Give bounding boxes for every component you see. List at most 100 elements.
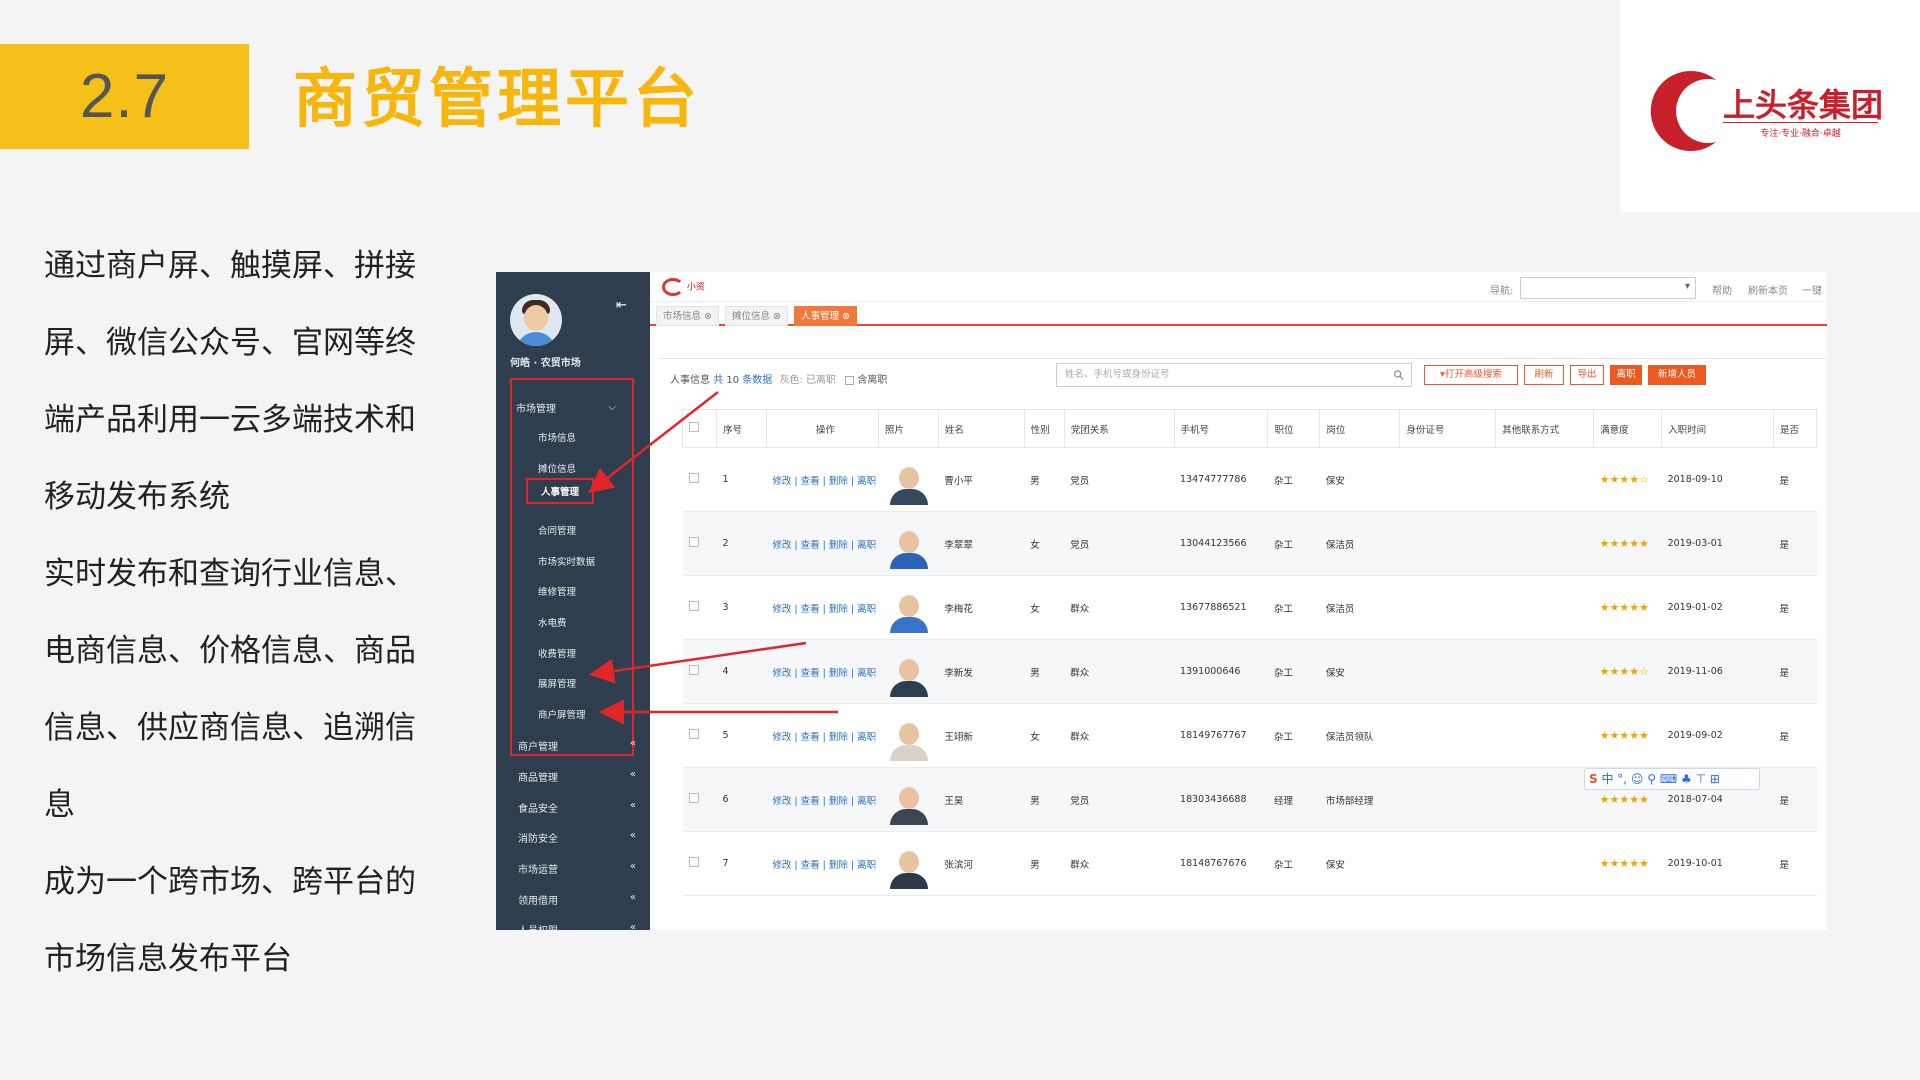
desc-line: 电商信息、价格信息、商品 [44,633,416,669]
menu-section[interactable]: 领用借用 « [518,892,636,907]
submenu-item[interactable]: 水电费 [538,615,567,629]
table-row[interactable]: 4 修改 | 查看 | 删除 | 离职 李新发男群众 1391000646 杂工 保安 ★★… [682,639,1817,704]
row-select-cell[interactable] [682,703,717,768]
search-input[interactable]: 姓名、手机号或身份证号 [1056,363,1412,387]
menu-section-label: 消防安全 [518,834,558,845]
menu-section[interactable]: 商品管理 « [518,769,636,784]
table-row[interactable]: 1 修改 | 查看 | 删除 | 离职 曹小平男党员 13474777786 杂工 保安 ★… [682,447,1817,512]
table-row[interactable]: 7 修改 | 查看 | 删除 | 离职 张滨河男群众 18148767676 杂工 保安 ★… [682,831,1817,896]
menu-section-label: 商户管理 [518,742,558,753]
row-checkbox[interactable] [688,857,699,867]
section-number: 2.7 [79,62,170,131]
row-actions[interactable]: 修改 | 查看 | 删除 | 离职 [766,639,879,704]
menu-section[interactable]: 消防安全 « [518,830,636,845]
submenu-item[interactable]: 展屏管理 [538,676,576,690]
submenu-item[interactable]: 市场实时数据 [538,554,595,568]
row-checkbox[interactable] [688,537,699,547]
resign-button[interactable]: 离职 [1610,365,1642,385]
row-select-cell[interactable] [682,639,717,704]
slide-title: 商贸管理平台 [293,63,701,137]
empty-cell [1495,767,1594,832]
photo-cell [878,831,939,896]
row-actions[interactable]: 修改 | 查看 | 删除 | 离职 [766,767,879,832]
row-actions[interactable]: 修改 | 查看 | 删除 | 离职 [766,511,879,576]
tab-personnel[interactable]: 人事管理 ⊗ [794,306,857,326]
cell-phone: 18149767767 [1174,703,1268,768]
top-bar: 小资 导航: 帮助 刷新本页 一键 [650,272,1827,302]
cell-gender: 男 [1024,447,1065,512]
tab-stall-info[interactable]: 摊位信息 ⊗ [725,306,788,326]
nav-select[interactable] [1520,277,1696,299]
cell-name: 王翊新 [938,703,1025,768]
count-suffix: 条数据 [742,375,773,386]
cell-no: 2 [716,511,767,576]
ime-toolbar[interactable]: S 中 °, ☺ ⚲ ⌨ ♣ ⊤ ⊞ [1584,768,1760,790]
column-header: 身份证号 [1399,409,1497,448]
submenu-item[interactable]: 维修管理 [538,584,576,598]
record-count: 10 [726,375,740,386]
row-actions[interactable]: 修改 | 查看 | 删除 | 离职 [766,831,879,896]
row-select-cell[interactable] [682,831,717,896]
double-chevron-left-icon: « [629,800,636,811]
select-all-checkbox[interactable] [689,422,699,432]
row-actions[interactable]: 修改 | 查看 | 删除 | 离职 [766,575,879,640]
double-chevron-left-icon: « [629,861,636,872]
collapse-sidebar-icon[interactable]: ⇤ [616,298,627,313]
chevron-down-icon: ⌵ [608,401,616,413]
row-select-cell[interactable] [682,575,717,640]
submenu-item[interactable]: 收费管理 [538,646,576,660]
rating-stars: ★★★★★ [1593,831,1662,896]
table-row[interactable]: 5 修改 | 查看 | 删除 | 离职 王翊新女群众 18149767767 杂工 保洁员… [682,703,1817,768]
submenu-item[interactable]: 合同管理 [538,523,576,537]
tab-market-info[interactable]: 市场信息 ⊗ [656,306,719,326]
menu-section[interactable]: 食品安全 « [518,800,636,815]
row-select-cell[interactable] [682,447,717,512]
row-actions[interactable]: 修改 | 查看 | 删除 | 离职 [766,703,879,768]
row-checkbox[interactable] [688,665,699,675]
select-all-header[interactable] [682,409,717,448]
cell-post: 保安 [1319,639,1400,704]
submenu-item[interactable]: 摊位信息 [538,461,576,475]
menu-section[interactable]: 人员权限 « [518,922,636,930]
column-header: 姓名 [937,409,1025,448]
cell-flag: 是 [1773,447,1817,512]
empty-cell [1399,703,1496,768]
help-link[interactable]: 帮助 [1712,282,1732,297]
include-resigned-checkbox[interactable] [845,375,855,385]
cell-gender: 男 [1024,831,1065,896]
cell-name: 曹小平 [938,447,1025,512]
rating-stars: ★★★★★ [1593,511,1662,576]
refresh-page-link[interactable]: 刷新本页 [1748,282,1788,297]
tab-bar: 市场信息 ⊗ 摊位信息 ⊗ 人事管理 ⊗ [650,304,1827,326]
table-row[interactable]: 2 修改 | 查看 | 删除 | 离职 李翠翠女党员 13044123566 杂工 保洁员… [682,511,1817,576]
export-button[interactable]: 导出 [1570,365,1604,385]
empty-cell [1399,575,1496,640]
photo-cell [878,447,939,512]
cell-party: 党员 [1064,511,1175,576]
row-select-cell[interactable] [682,767,717,832]
menu-group-label: 市场管理 [516,403,556,415]
advanced-search-button[interactable]: ▾打开高级搜索 [1424,365,1518,385]
row-checkbox[interactable] [688,473,699,483]
row-checkbox[interactable] [688,793,699,803]
menu-section[interactable]: 商户管理 « [518,738,636,753]
submenu-item[interactable]: 商户屏管理 [538,707,586,721]
user-avatar[interactable] [510,294,562,346]
table-row[interactable]: 3 修改 | 查看 | 删除 | 离职 李梅花女群众 13677886521 杂工 保洁员… [682,575,1817,640]
cell-date: 2019-01-02 [1661,575,1774,640]
row-actions[interactable]: 修改 | 查看 | 删除 | 离职 [766,447,879,512]
column-header: 职位 [1267,409,1321,448]
one-click-link[interactable]: 一键 [1802,282,1822,297]
submenu-item-active[interactable]: 人事管理 [526,478,594,504]
row-checkbox[interactable] [688,601,699,611]
cell-flag: 是 [1773,831,1817,896]
menu-group-market[interactable]: 市场管理 ⌵ [510,396,622,418]
submenu-item[interactable]: 市场信息 [538,430,576,444]
add-person-button[interactable]: 新增人员 [1648,365,1706,385]
column-header: 岗位 [1319,409,1401,448]
row-checkbox[interactable] [688,729,699,739]
description-text: 通过商户屏、触摸屏、拼接 屏、微信公众号、官网等终 端产品利用一云多端技术和 移… [44,228,444,998]
refresh-button[interactable]: 刷新 [1524,365,1564,385]
menu-section[interactable]: 市场运营 « [518,861,636,876]
row-select-cell[interactable] [682,511,717,576]
